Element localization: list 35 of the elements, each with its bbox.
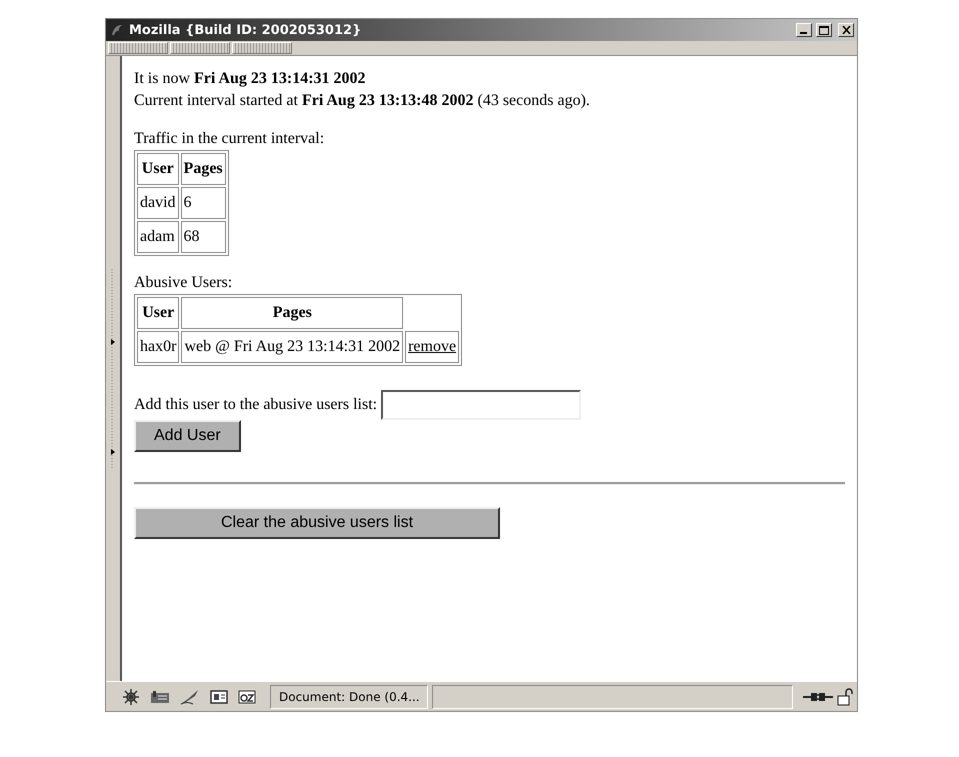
minimize-button[interactable] — [796, 23, 812, 37]
toolbar-grippy[interactable] — [232, 42, 292, 54]
table-cell: 68 — [180, 221, 226, 253]
table-cell: adam — [137, 221, 179, 253]
add-user-label: Add this user to the abusive users list: — [134, 395, 378, 415]
window-title: Mozilla {Build ID: 2002053012} — [129, 22, 362, 38]
table-cell: hax0r — [137, 331, 180, 363]
current-time-text: It is now Fri Aug 23 13:14:31 2002 — [134, 69, 367, 89]
table-cell: 6 — [180, 187, 226, 219]
pen-icon[interactable] — [180, 688, 200, 704]
interval-start-text: Current interval started at Fri Aug 23 13:13:48 2002 (43 seconds ago). — [134, 91, 591, 111]
maximize-icon — [819, 26, 829, 34]
lock-icon — [837, 688, 853, 706]
traffic-caption: Traffic in the current interval: — [134, 129, 326, 149]
navigator-icon[interactable] — [122, 688, 140, 706]
username-input-field[interactable] — [381, 390, 582, 420]
toolbar-grippy[interactable] — [108, 42, 168, 54]
column-header: Pages — [180, 153, 226, 185]
column-header: Pages — [181, 297, 404, 329]
sidebar-splitter-icon[interactable] — [111, 268, 115, 468]
column-header: User — [137, 297, 180, 329]
status-text: Document: Done (0.4... — [270, 684, 428, 708]
table-cell: david — [137, 187, 179, 219]
toolbar-grippy[interactable] — [170, 42, 230, 54]
clear-list-button[interactable]: Clear the abusive users list — [134, 507, 500, 539]
close-button[interactable] — [838, 23, 854, 37]
mail-icon[interactable] — [150, 690, 170, 704]
close-icon — [842, 26, 850, 34]
address-book-icon[interactable] — [210, 690, 228, 704]
column-header: User — [137, 153, 179, 185]
add-user-button[interactable]: Add User — [134, 420, 241, 452]
table-cell: web @ Fri Aug 23 13:14:31 2002 — [181, 331, 404, 363]
maximize-button[interactable] — [816, 23, 832, 37]
plug-icon — [803, 690, 833, 702]
abusive-users-caption: Abusive Users: — [134, 273, 234, 293]
